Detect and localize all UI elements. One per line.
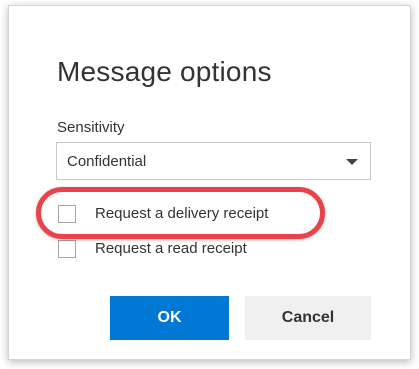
chevron-down-icon: [346, 159, 358, 165]
cancel-button[interactable]: Cancel: [245, 296, 371, 340]
delivery-receipt-label: Request a delivery receipt: [95, 205, 269, 222]
sensitivity-dropdown[interactable]: Confidential: [56, 142, 371, 180]
read-receipt-checkbox[interactable]: [58, 240, 76, 258]
message-options-dialog: Message options Sensitivity Confidential…: [8, 5, 411, 360]
sensitivity-selected-value: Confidential: [67, 153, 147, 170]
read-receipt-label: Request a read receipt: [95, 240, 247, 257]
sensitivity-label: Sensitivity: [57, 119, 125, 136]
dialog-title: Message options: [57, 56, 272, 87]
delivery-receipt-checkbox[interactable]: [58, 205, 76, 223]
ok-button[interactable]: OK: [110, 296, 229, 340]
